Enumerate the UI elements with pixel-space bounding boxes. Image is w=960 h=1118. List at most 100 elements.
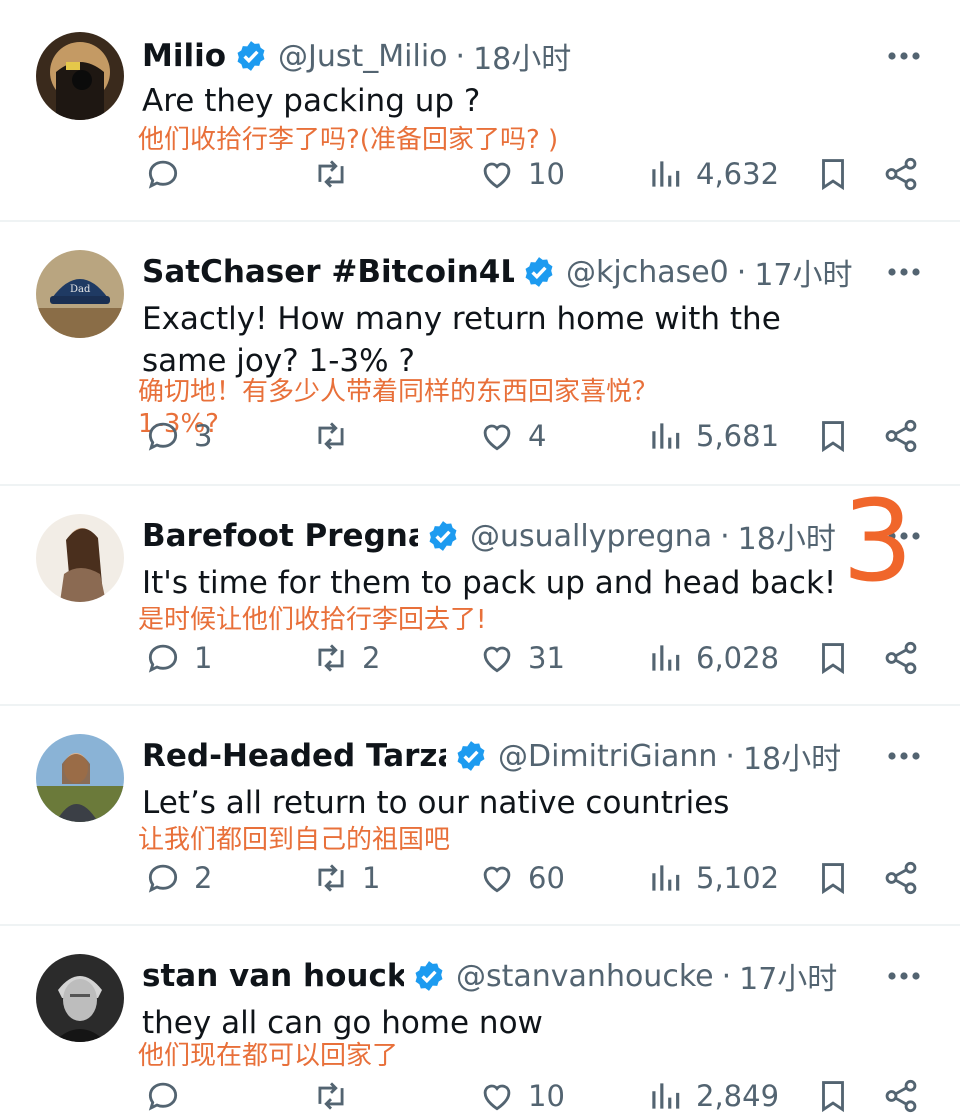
like-icon [483,646,511,673]
like-button[interactable]: 10 [478,152,565,196]
translation-overlay: 是时候让他们收拾行李回去了! [138,605,487,635]
verified-badge-icon [525,257,553,287]
verified-badge-icon [429,521,457,551]
timestamp[interactable]: 18小时 [473,34,571,78]
share-button[interactable] [882,414,920,458]
separator-dot: · [720,518,730,554]
like-icon [483,424,511,451]
reply-button[interactable] [144,152,194,196]
reply-button[interactable] [144,1074,194,1118]
repost-button[interactable] [312,414,362,458]
more-options-icon[interactable] [884,38,924,74]
repost-count: 2 [362,641,381,675]
views-button[interactable]: 6,028 [646,636,779,680]
avatar[interactable] [36,734,124,822]
repost-icon [318,644,344,672]
tweet-text: they all can go home now [142,1005,543,1041]
bookmark-icon [822,863,844,895]
repost-button[interactable]: 2 [312,636,380,680]
share-button[interactable] [882,856,920,900]
like-button[interactable]: 4 [478,414,546,458]
action-bar: 10 4,632 [0,152,960,196]
share-icon [885,1079,917,1113]
more-options-icon[interactable] [884,738,924,774]
reply-icon [148,1082,178,1111]
tweet-divider [0,484,960,486]
more-options-icon[interactable] [884,958,924,994]
display-name[interactable]: Milio [142,38,226,74]
display-name[interactable]: stan van houcke [142,958,404,994]
repost-icon [318,1082,344,1110]
views-icon [652,865,680,891]
reply-button[interactable]: 1 [144,636,212,680]
more-options-icon[interactable] [884,254,924,290]
bookmark-button[interactable] [814,856,852,900]
views-icon [652,645,680,671]
separator-dot: · [736,254,747,290]
tweet-text: Let’s all return to our native countries [142,785,730,821]
user-handle[interactable]: @stanvanhoucke [456,959,714,994]
separator-dot: · [721,958,732,994]
share-icon [885,419,917,453]
like-button[interactable]: 60 [478,856,565,900]
repost-button[interactable]: 1 [312,856,380,900]
bookmark-icon [822,643,844,675]
annotation-number: 3 [842,477,914,607]
tweet-header: SatChaser #Bitcoin4Li @kjchase0 · 17小时 [142,248,882,296]
repost-icon [318,864,344,892]
views-button[interactable]: 5,102 [646,856,779,900]
share-button[interactable] [882,152,920,196]
display-name[interactable]: SatChaser #Bitcoin4Li [142,254,514,290]
timestamp[interactable]: 18小时 [743,734,841,778]
tweet-text: Exactly! How many return home with the s… [142,301,781,379]
avatar[interactable] [36,514,124,602]
verified-badge-icon [237,41,265,71]
like-button[interactable]: 31 [478,636,565,680]
user-handle[interactable]: @kjchase0 [566,255,729,290]
tweet-header: Barefoot Pregnar @usuallypregna · 18小时 [142,512,882,560]
display-name[interactable]: Barefoot Pregnar [142,518,418,554]
tweet-divider [0,924,960,926]
action-bar: 10 2,849 [0,1074,960,1118]
repost-count: 1 [362,861,381,895]
share-icon [885,157,917,191]
repost-button[interactable] [312,1074,362,1118]
user-handle[interactable]: @usuallypregna [470,519,712,554]
like-icon [483,866,511,893]
bookmark-button[interactable] [814,636,852,680]
reply-button[interactable]: 2 [144,856,212,900]
views-button[interactable]: 4,632 [646,152,779,196]
share-button[interactable] [882,1074,920,1118]
user-handle[interactable]: @DimitriGiann [498,739,717,774]
like-button[interactable]: 10 [478,1074,565,1118]
reply-count: 3 [194,419,213,453]
like-count: 31 [528,641,565,675]
avatar[interactable] [36,32,124,120]
bookmark-button[interactable] [814,414,852,458]
timestamp[interactable]: 17小时 [739,954,837,998]
bookmark-button[interactable] [814,152,852,196]
timestamp[interactable]: 18小时 [738,514,836,558]
views-icon [652,161,680,187]
share-button[interactable] [882,636,920,680]
tweet-divider [0,704,960,706]
reply-icon [148,864,178,893]
svg-text:Dad: Dad [70,284,91,295]
avatar[interactable]: Dad [36,250,124,338]
timestamp[interactable]: 17小时 [754,250,852,294]
views-button[interactable]: 2,849 [646,1074,779,1118]
action-bar: 1 2 31 6,028 [0,636,960,680]
user-handle[interactable]: @Just_Milio [278,39,448,74]
repost-button[interactable] [312,152,362,196]
reply-button[interactable]: 3 [144,414,212,458]
views-button[interactable]: 5,681 [646,414,779,458]
bookmark-icon [822,421,844,453]
view-count: 5,102 [696,861,780,895]
views-icon [652,423,680,449]
like-count: 4 [528,419,547,453]
bookmark-button[interactable] [814,1074,852,1118]
translation-overlay: 他们现在都可以回家了 [138,1041,399,1071]
action-bar: 2 1 60 5,102 [0,856,960,900]
display-name[interactable]: Red-Headed Tarza [142,738,446,774]
avatar[interactable] [36,954,124,1042]
